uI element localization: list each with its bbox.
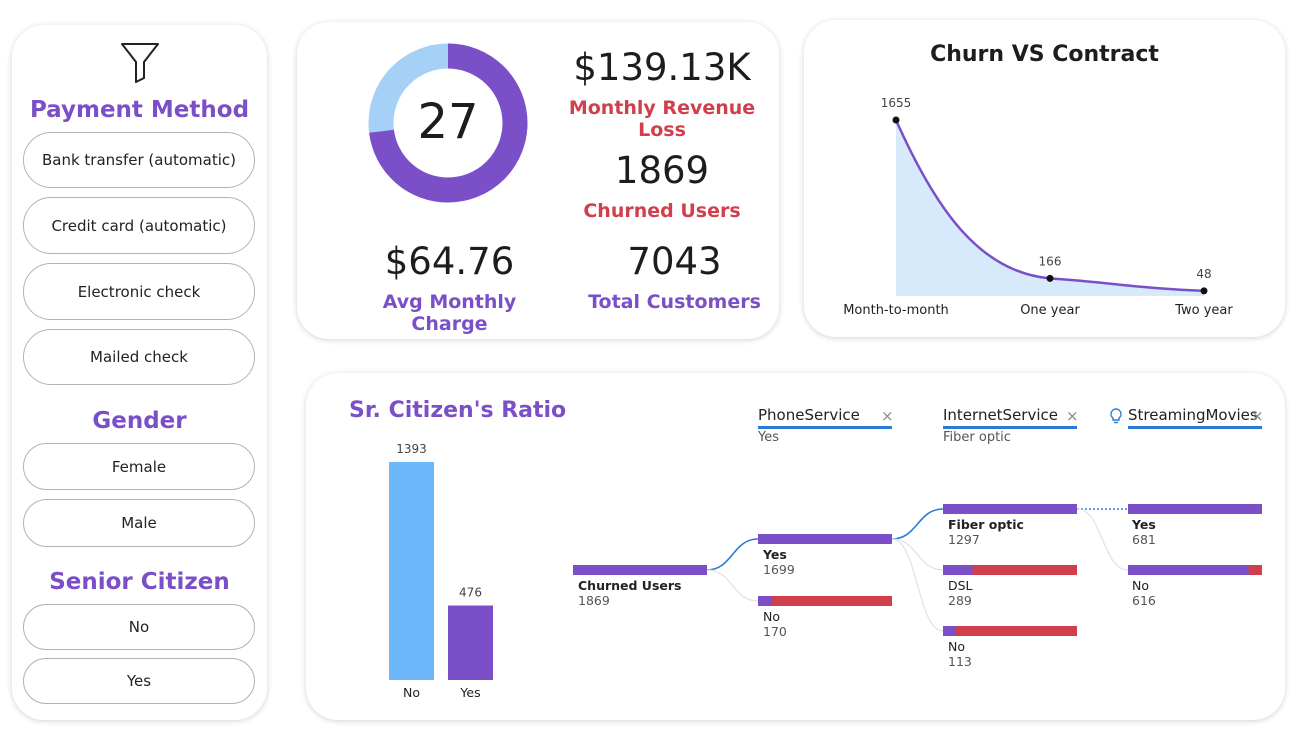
payment-option-mailed-check[interactable]: Mailed check <box>23 329 255 385</box>
churn-vs-contract-card: Churn VS Contract 1655 Month-to-month 166 O… <box>804 20 1285 337</box>
payment-option-credit-card[interactable]: Credit card (automatic) <box>23 197 255 254</box>
kpi-card: 27 $139.13K Monthly Revenue Loss 1869 Ch… <box>297 22 779 339</box>
gender-option-male[interactable]: Male <box>23 499 255 547</box>
dt-l2-node-label: No 113 <box>948 639 972 669</box>
payment-option-bank-transfer[interactable]: Bank transfer (automatic) <box>23 132 255 188</box>
close-icon[interactable]: × <box>1066 407 1079 425</box>
avg-monthly-charge-label: Avg Monthly Charge <box>382 291 517 335</box>
dt-l2-node-label: DSL 289 <box>948 578 973 608</box>
payment-method-heading: Payment Method <box>29 97 250 123</box>
area-fill <box>896 120 1204 296</box>
data-label: 1655 <box>881 96 912 110</box>
dt-l1-bar <box>758 534 892 544</box>
senior-option-yes[interactable]: Yes <box>23 658 255 704</box>
dt-l2-bar <box>943 626 956 636</box>
dt-l1-bar-bg <box>758 596 892 606</box>
data-point <box>1046 274 1054 282</box>
dt-level-streamingmovies-header[interactable]: StreamingMovies <box>1128 406 1262 429</box>
dt-connector <box>891 538 944 632</box>
dt-connector <box>891 538 944 571</box>
dt-l1-bar <box>758 596 772 606</box>
dt-l3-bar <box>1128 565 1249 575</box>
senior-citizen-heading: Senior Citizen <box>49 569 230 595</box>
gender-option-female[interactable]: Female <box>23 443 255 490</box>
slicer-panel: Payment Method Bank transfer (automatic)… <box>12 25 267 720</box>
revenue-loss-label: Monthly Revenue Loss <box>568 97 756 141</box>
dt-l3-node-label: No 616 <box>1132 578 1156 608</box>
dt-connector <box>1076 508 1129 571</box>
avg-monthly-charge-value: $64.76 <box>384 240 515 283</box>
donut-center-value: 27 <box>417 94 479 150</box>
total-customers-value: 7043 <box>627 240 722 283</box>
churn-contract-area-chart[interactable]: 1655 Month-to-month 166 One year 48 Two year <box>804 20 1285 337</box>
gender-heading: Gender <box>92 408 187 434</box>
data-label: 166 <box>1039 254 1062 268</box>
close-icon[interactable]: × <box>881 407 894 425</box>
dt-connector <box>706 569 759 602</box>
dt-l2-node-label: Fiber optic 1297 <box>948 517 1024 547</box>
total-customers-label: Total Customers <box>588 291 761 313</box>
filter-funnel-icon[interactable] <box>120 40 160 84</box>
data-point <box>892 116 900 124</box>
churned-users-label: Churned Users <box>583 200 741 222</box>
dt-l2-bar-bg <box>943 626 1077 636</box>
senior-option-no[interactable]: No <box>23 604 255 650</box>
x-tick-label: One year <box>1020 303 1080 318</box>
dt-connector <box>891 508 944 540</box>
x-tick-label: Two year <box>1174 303 1233 318</box>
dt-level-phoneservice-selected: Yes <box>758 430 779 445</box>
payment-option-electronic-check[interactable]: Electronic check <box>23 263 255 320</box>
dt-l1-node-label: No 170 <box>763 609 787 639</box>
dt-root-label: Churned Users 1869 <box>578 578 682 608</box>
dt-l3-node-label: Yes 681 <box>1132 517 1156 547</box>
dt-connector <box>706 538 759 571</box>
data-point <box>1200 287 1208 295</box>
dt-level-phoneservice-header[interactable]: PhoneService <box>758 406 892 429</box>
dt-level-internetservice-header[interactable]: InternetService <box>943 406 1077 429</box>
dt-l2-bar <box>943 565 973 575</box>
dt-level-internetservice-selected: Fiber optic <box>943 430 1011 445</box>
data-label: 48 <box>1196 267 1211 281</box>
x-tick-label: Month-to-month <box>843 303 949 318</box>
dt-root-bar <box>573 565 707 575</box>
dt-l3-bar <box>1128 504 1262 514</box>
revenue-loss-value: $139.13K <box>573 46 751 89</box>
close-icon[interactable]: × <box>1251 407 1264 425</box>
churned-users-value: 1869 <box>614 149 710 192</box>
dt-l1-node-label: Yes 1699 <box>763 547 795 577</box>
dt-l2-bar <box>943 504 1077 514</box>
bottom-card: Sr. Citizen's Ratio 1393 No 476 Yes PhoneSe… <box>306 373 1285 720</box>
lightbulb-icon[interactable] <box>1110 408 1122 424</box>
